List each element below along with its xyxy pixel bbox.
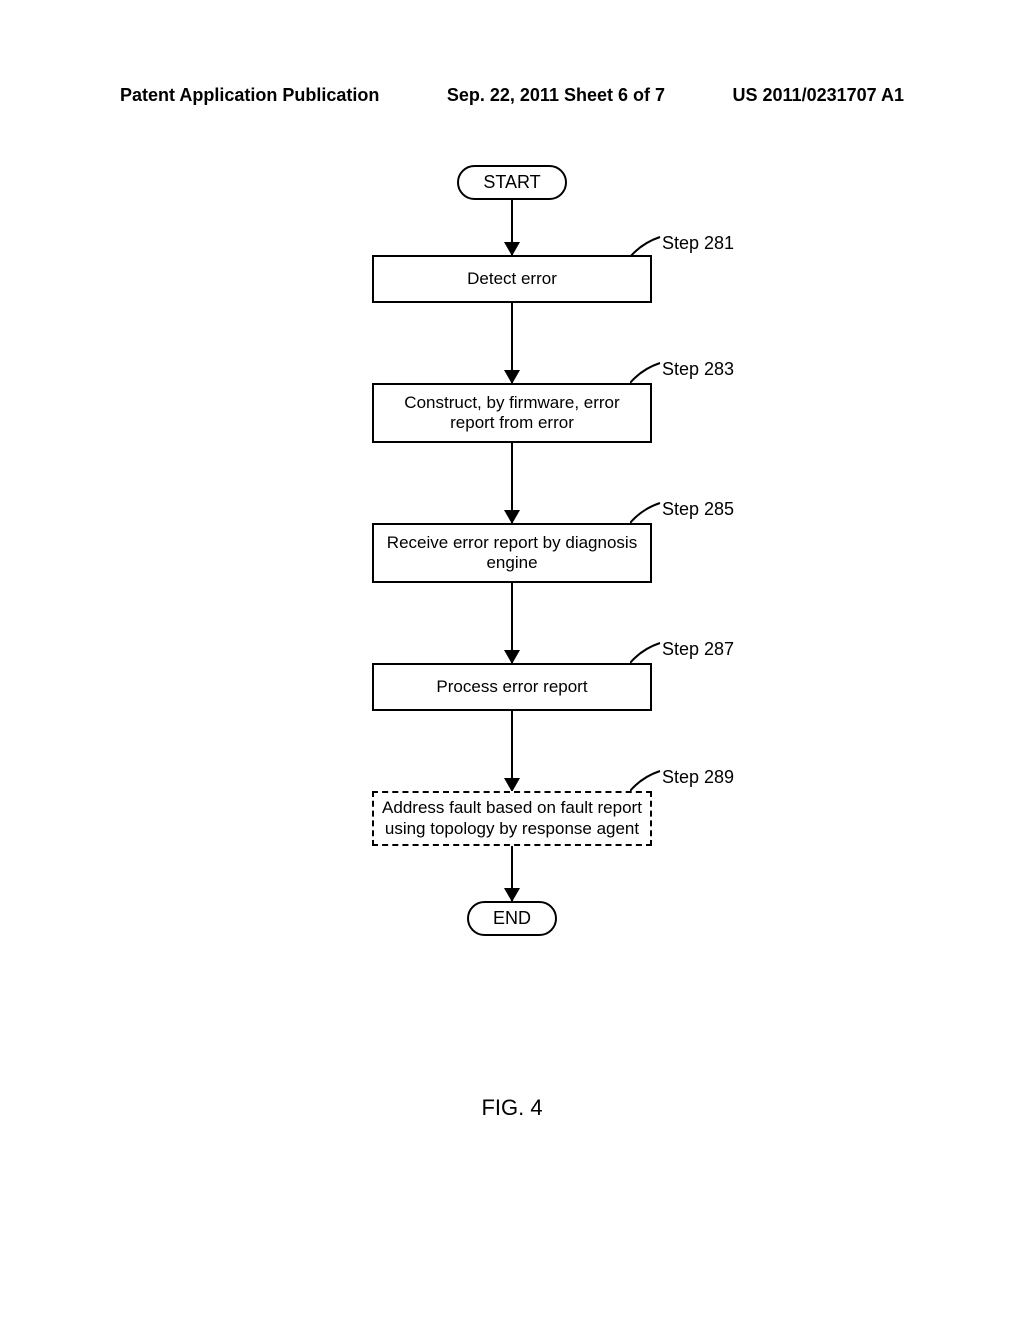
step-285-box: Receive error report by diagnosis engine — [372, 523, 652, 583]
header-date-sheet: Sep. 22, 2011 Sheet 6 of 7 — [447, 85, 665, 106]
step-label-281: Step 281 — [662, 233, 734, 254]
step-281-text: Detect error — [467, 269, 557, 289]
header-patent-number: US 2011/0231707 A1 — [733, 85, 904, 106]
header-publication: Patent Application Publication — [120, 85, 379, 106]
step-287-row: Process error report — [252, 663, 772, 711]
step-287-box: Process error report — [372, 663, 652, 711]
end-terminator: END — [467, 901, 557, 936]
step-label-283: Step 283 — [662, 359, 734, 380]
end-row: END — [252, 901, 772, 936]
figure-label: FIG. 4 — [481, 1095, 542, 1121]
step-label-289: Step 289 — [662, 767, 734, 788]
start-terminator: START — [457, 165, 567, 200]
step-281-row: Detect error — [252, 255, 772, 303]
arrow-row-6 — [252, 846, 772, 901]
step-281-box: Detect error — [372, 255, 652, 303]
arrow-row-1: Step 281 — [252, 200, 772, 255]
step-283-text: Construct, by firmware, error report fro… — [382, 393, 642, 434]
step-283-box: Construct, by firmware, error report fro… — [372, 383, 652, 443]
start-row: START — [252, 165, 772, 200]
step-289-box: Address fault based on fault report usin… — [372, 791, 652, 846]
arrow-row-2: Step 283 — [252, 303, 772, 383]
arrow-row-5: Step 289 — [252, 711, 772, 791]
end-label: END — [493, 908, 531, 929]
step-285-row: Receive error report by diagnosis engine — [252, 523, 772, 583]
arrow-row-3: Step 285 — [252, 443, 772, 523]
step-283-row: Construct, by firmware, error report fro… — [252, 383, 772, 443]
step-289-row: Address fault based on fault report usin… — [252, 791, 772, 846]
step-287-text: Process error report — [436, 677, 587, 697]
flowchart: START Step 281 Detect error Step 283 Con… — [252, 165, 772, 936]
step-285-text: Receive error report by diagnosis engine — [382, 533, 642, 574]
page-header: Patent Application Publication Sep. 22, … — [0, 85, 1024, 106]
step-label-285: Step 285 — [662, 499, 734, 520]
start-label: START — [483, 172, 540, 193]
arrow-row-4: Step 287 — [252, 583, 772, 663]
step-label-287: Step 287 — [662, 639, 734, 660]
step-289-text: Address fault based on fault report usin… — [382, 798, 642, 839]
